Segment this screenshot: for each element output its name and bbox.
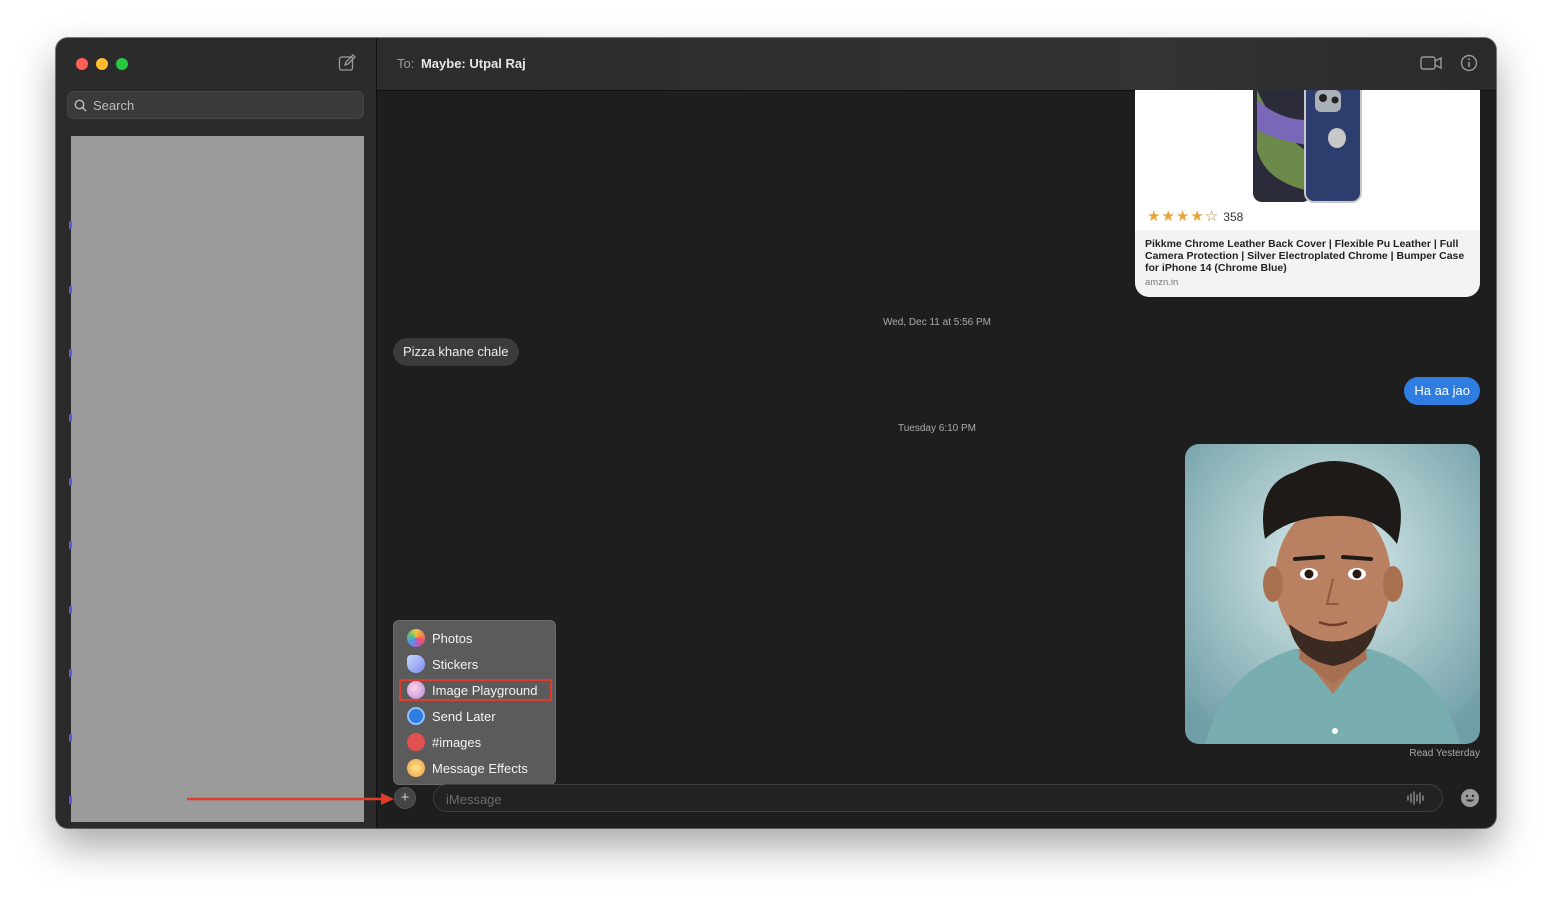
rating-stars: ★ ★ ★ ★ ☆ 358	[1147, 209, 1243, 224]
image-attachment[interactable]	[1185, 444, 1480, 744]
window-controls	[76, 58, 128, 70]
menu-item-photos[interactable]: Photos	[394, 625, 555, 651]
stickers-icon	[407, 655, 425, 673]
message-effects-icon	[407, 759, 425, 777]
images-search-icon	[407, 733, 425, 751]
messages-window: Search To: Maybe: Utpal Raj ★ ★ ★ ★ ☆ 35…	[56, 38, 1496, 828]
menu-item-send-later[interactable]: Send Later	[394, 703, 555, 729]
menu-item-stickers[interactable]: Stickers	[394, 651, 555, 677]
message-input[interactable]	[434, 785, 1348, 813]
star-icon: ★	[1161, 208, 1175, 225]
recipient-line[interactable]: To: Maybe: Utpal Raj	[397, 56, 526, 71]
menu-item-message-effects[interactable]: Message Effects	[394, 755, 555, 781]
menu-item-images[interactable]: #images	[394, 729, 555, 755]
search-field[interactable]: Search	[67, 91, 364, 119]
compose-icon[interactable]	[338, 54, 356, 72]
rating-count: 358	[1223, 209, 1244, 224]
recipient-name: Maybe: Utpal Raj	[420, 56, 526, 71]
minimize-window-button[interactable]	[96, 58, 108, 70]
conversation-pane: To: Maybe: Utpal Raj ★ ★ ★ ★ ☆ 358 Pikkm…	[377, 38, 1496, 828]
star-icon: ★	[1175, 208, 1190, 225]
link-title: Pikkme Chrome Leather Back Cover | Flexi…	[1145, 238, 1465, 274]
menu-item-image-playground[interactable]: Image Playground	[394, 677, 555, 703]
video-call-icon[interactable]	[1420, 54, 1442, 72]
link-preview-card[interactable]: ★ ★ ★ ★ ☆ 358 Pikkme Chrome Leather Back…	[1135, 90, 1480, 297]
close-window-button[interactable]	[76, 58, 88, 70]
avatar-portrait-image	[1185, 444, 1480, 744]
image-playground-icon	[407, 681, 425, 699]
timestamp: Wed, Dec 11 at 5:56 PM	[882, 317, 992, 328]
info-icon[interactable]	[1460, 54, 1478, 72]
search-placeholder: Search	[93, 97, 135, 113]
read-receipt: Read Yesterday	[1409, 748, 1480, 759]
conversation-list[interactable]	[69, 136, 364, 822]
send-later-icon	[407, 707, 425, 725]
conversation-header: To: Maybe: Utpal Raj	[377, 38, 1496, 91]
photos-icon	[407, 629, 425, 647]
emoji-icon[interactable]	[1460, 788, 1480, 808]
star-icon: ★	[1190, 208, 1204, 225]
timestamp: Tuesday 6:10 PM	[897, 423, 976, 434]
message-input-field[interactable]	[433, 784, 1443, 813]
to-label: To:	[397, 56, 415, 71]
star-icon: ★	[1147, 208, 1161, 225]
apps-menu: Photos Stickers Image Playground Send La…	[393, 620, 556, 785]
link-domain: amzn.in	[1145, 277, 1179, 288]
audio-message-icon[interactable]	[1406, 791, 1424, 805]
zoom-window-button[interactable]	[116, 58, 128, 70]
apps-plus-button[interactable]: +	[394, 787, 416, 809]
sidebar: Search	[56, 38, 377, 828]
star-empty-icon: ☆	[1204, 208, 1219, 225]
search-icon	[74, 99, 87, 111]
incoming-message-bubble[interactable]: Pizza khane chale	[393, 338, 519, 366]
annotation-arrow-icon	[187, 793, 394, 805]
outgoing-message-bubble[interactable]: Ha aa jao	[1404, 377, 1480, 405]
